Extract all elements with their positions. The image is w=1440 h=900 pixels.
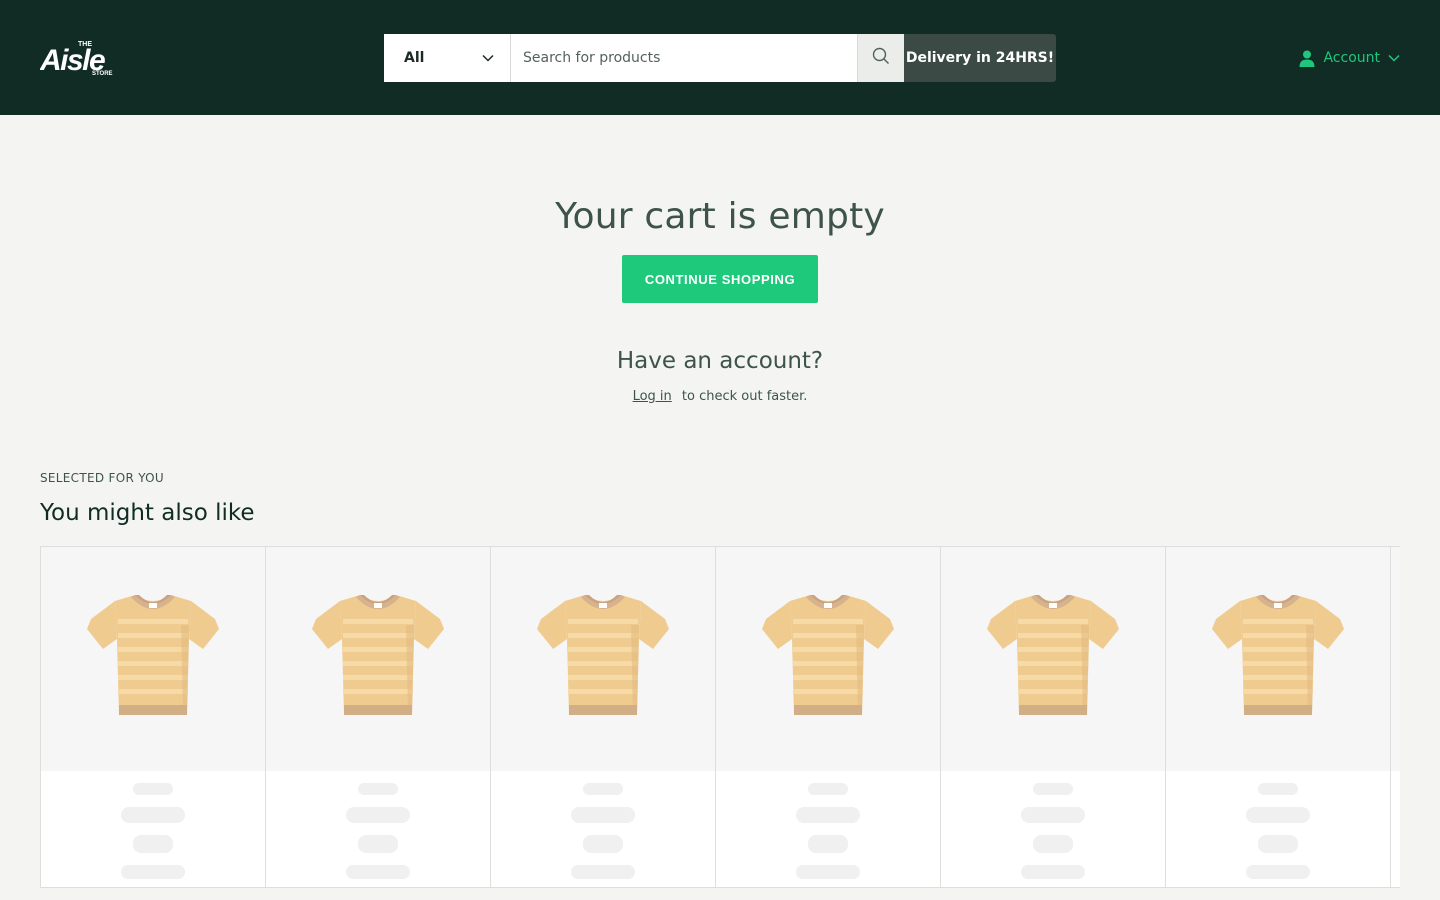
skeleton-line <box>133 783 173 795</box>
product-image <box>491 547 715 771</box>
skeleton-line <box>583 835 623 853</box>
skeleton-line <box>571 807 635 823</box>
product-carousel <box>40 546 1400 888</box>
striped-tshirt-icon <box>1210 595 1346 723</box>
product-info-placeholder <box>491 771 715 887</box>
skeleton-line <box>346 807 410 823</box>
skeleton-line <box>133 835 173 853</box>
product-image <box>1166 547 1390 771</box>
empty-cart-title: Your cart is empty <box>555 196 885 237</box>
login-prompt: Log in to check out faster. <box>0 389 1440 404</box>
skeleton-line <box>1021 865 1085 879</box>
product-card[interactable] <box>266 547 491 887</box>
product-info-placeholder <box>1391 771 1400 887</box>
skeleton-line <box>1033 835 1073 853</box>
skeleton-line <box>358 835 398 853</box>
skeleton-line <box>1246 865 1310 879</box>
skeleton-line <box>1033 783 1073 795</box>
recommendations-eyebrow: SELECTED FOR YOU <box>40 471 165 485</box>
skeleton-line <box>583 783 623 795</box>
skeleton-line <box>346 865 410 879</box>
product-image <box>941 547 1165 771</box>
product-info-placeholder <box>41 771 265 887</box>
product-card[interactable] <box>41 547 266 887</box>
product-card[interactable] <box>1166 547 1391 887</box>
skeleton-line <box>796 807 860 823</box>
skeleton-line <box>808 783 848 795</box>
user-icon <box>1299 50 1315 67</box>
recommendations-title: You might also like <box>40 500 255 526</box>
product-image <box>41 547 265 771</box>
account-menu[interactable]: Account <box>1299 48 1400 68</box>
product-info-placeholder <box>941 771 1165 887</box>
striped-tshirt-icon <box>85 595 221 723</box>
carousel-fade <box>1400 546 1440 888</box>
category-dropdown[interactable]: All <box>384 34 511 82</box>
product-card[interactable] <box>941 547 1166 887</box>
skeleton-line <box>121 865 185 879</box>
chevron-down-icon <box>482 54 494 62</box>
product-image <box>716 547 940 771</box>
skeleton-line <box>796 865 860 879</box>
product-info-placeholder <box>716 771 940 887</box>
search-button[interactable] <box>857 34 904 82</box>
striped-tshirt-icon <box>760 595 896 723</box>
svg-text:STORE: STORE <box>92 71 113 76</box>
striped-tshirt-icon <box>310 595 446 723</box>
product-info-placeholder <box>266 771 490 887</box>
product-image <box>266 547 490 771</box>
category-selected-label: All <box>404 50 425 66</box>
skeleton-line <box>808 835 848 853</box>
search-bar: All Delivery in 24HRS! <box>384 34 1056 82</box>
delivery-badge: Delivery in 24HRS! <box>904 34 1056 82</box>
search-input[interactable] <box>511 34 857 82</box>
skeleton-line <box>1021 807 1085 823</box>
skeleton-line <box>358 783 398 795</box>
product-card[interactable] <box>716 547 941 887</box>
striped-tshirt-icon <box>535 595 671 723</box>
chevron-down-icon <box>1388 54 1400 62</box>
product-image <box>1391 547 1400 771</box>
skeleton-line <box>1258 835 1298 853</box>
store-logo[interactable]: THE Aisle STORE <box>40 38 122 76</box>
search-icon <box>872 47 890 69</box>
login-link[interactable]: Log in <box>633 389 672 404</box>
skeleton-line <box>1246 807 1310 823</box>
product-card[interactable] <box>491 547 716 887</box>
site-header: THE Aisle STORE All Delivery in 24HRS! <box>0 0 1440 115</box>
striped-tshirt-icon <box>985 595 1121 723</box>
continue-shopping-button[interactable]: CONTINUE SHOPPING <box>622 255 818 303</box>
product-info-placeholder <box>1166 771 1390 887</box>
skeleton-line <box>121 807 185 823</box>
skeleton-line <box>571 865 635 879</box>
login-suffix: to check out faster. <box>681 389 808 404</box>
product-card[interactable] <box>1391 547 1400 887</box>
have-account-heading: Have an account? <box>616 348 824 374</box>
account-label: Account <box>1323 50 1380 66</box>
skeleton-line <box>1258 783 1298 795</box>
